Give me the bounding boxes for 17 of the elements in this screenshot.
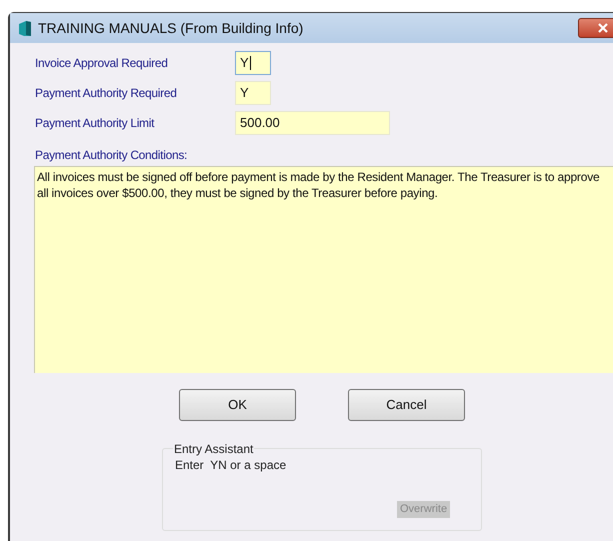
dialog-button[interactable]: Cancel — [348, 389, 465, 421]
close-icon — [598, 23, 608, 33]
field-label: Invoice Approval Required — [35, 55, 169, 72]
input-field[interactable]: Y — [235, 81, 271, 105]
app-icon — [18, 20, 32, 36]
field-label: Payment Authority Limit — [35, 115, 156, 132]
field-label: Payment Authority Required — [35, 85, 178, 102]
input-field[interactable]: 500.00 — [235, 111, 390, 135]
input-field[interactable]: Y — [235, 51, 271, 75]
window-title: TRAINING MANUALS (From Building Info) — [38, 18, 304, 38]
dialog-button[interactable]: OK — [179, 389, 296, 421]
text-cursor — [250, 56, 251, 70]
conditions-textarea[interactable]: All invoices must be signed off before payment is made by the Resident Manager. The Treasurer is to approve all invoices over $500.00, they must be signed by the Treasurer before paying. — [34, 166, 613, 373]
overwrite-indicator: Overwrite — [397, 501, 450, 518]
hint-text: Enter YN or a space — [175, 457, 286, 474]
conditions-label: Payment Authority Conditions: — [35, 147, 188, 164]
close-button[interactable] — [578, 18, 613, 38]
